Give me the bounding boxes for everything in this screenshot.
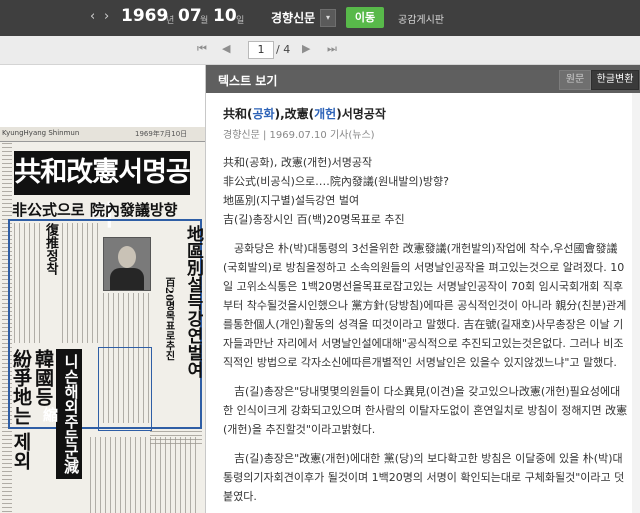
year-value[interactable]: 1969	[121, 6, 168, 26]
scan-subhead: 非公式으로 院內發議방향	[12, 201, 178, 219]
lead-line: 非公式(비공식)으로‥‥院內發議(원내발의)방향?	[223, 175, 450, 188]
photo-body	[110, 268, 144, 290]
newspaper-select[interactable]: 경향신문	[271, 9, 315, 26]
article-title-reading: 개헌	[314, 107, 337, 121]
scan-vertical-sub1: 百20명목표로추진	[163, 277, 174, 361]
article-body: 共和(공화),改憲(개헌)서명공작 경향신문 | 1969.07.10 기사(뉴…	[206, 93, 640, 513]
first-page-icon[interactable]: ⏮	[197, 42, 207, 56]
tab-hangul-convert[interactable]: 한글변환	[591, 70, 639, 90]
prev-date-arrow[interactable]: ‹	[90, 9, 95, 24]
month-unit: 월	[200, 16, 209, 26]
scan-vertical-sub2: 復推정착	[43, 223, 58, 275]
scan-headline: 共和改憲서명공작	[14, 151, 191, 232]
text-scrollbar[interactable]	[632, 93, 640, 513]
next-page-icon[interactable]: ▶	[302, 42, 310, 55]
go-button[interactable]: 이동	[346, 7, 384, 28]
article-meta: 경향신문 | 1969.07.10 기사(뉴스)	[223, 130, 375, 141]
article-paragraph: 吉(길)총장은"改憲(개헌)에대한 黨(당)의 보다확고한 방침은 이달중에 있…	[223, 452, 625, 503]
lead-line: 地區別(지구별)설득강연 벌여	[223, 194, 360, 207]
year-unit: 년	[166, 16, 175, 26]
scan-big-headline-2: 紛爭地는 제외	[10, 349, 32, 470]
article-title-part: )서명공작	[336, 107, 386, 121]
photo-face	[118, 246, 136, 268]
chevron-down-icon[interactable]: ▾	[320, 9, 336, 27]
top-toolbar: ‹ › 1969 년 07 월 10 일 경향신문 ▾ 이동 공감게시판	[0, 0, 640, 36]
day-unit: 일	[236, 16, 245, 26]
day-value[interactable]: 10	[213, 6, 237, 26]
newspaper-scan-image[interactable]: KyungHyang Shinmun 1969年7月10日 共和改憲서명공작 非…	[0, 127, 205, 513]
scan-vertical-headline: 地區別설득강연벌여	[183, 225, 203, 378]
lead-line: 共和(공화), 改憲(개헌)서명공작	[223, 156, 373, 169]
text-view-title: 텍스트 보기	[218, 74, 278, 88]
article-lead: 共和(공화), 改憲(개헌)서명공작 非公式(비공식)으로‥‥院內發議(원내발의…	[223, 153, 628, 229]
article-paragraph: 공화당은 朴(박)대통령의 3선을위한 改憲發議(개헌발의)작업에 착수,우선國…	[223, 242, 627, 369]
scan-portrait-photo	[103, 237, 151, 291]
page-top-margin	[0, 65, 205, 125]
text-view-header: 텍스트 보기 원문 한글변환	[206, 65, 640, 93]
article-highlight-frame	[98, 347, 152, 431]
article-paragraph: 吉(길)총장은"당내몇몇의원들이 다소異見(이견)을 갖고있으나改憲(개헌)필요…	[223, 385, 628, 436]
article-title-part: 共和(	[223, 107, 253, 121]
next-date-arrow[interactable]: ›	[104, 9, 109, 24]
scan-text-block	[62, 223, 98, 343]
page-navigator: ⏮ ◀ 1 / 4 ▶ ⏭	[0, 36, 640, 65]
masthead-date: 1969年7月10日	[135, 130, 188, 138]
scan-text-block	[150, 431, 202, 447]
article-text: 共和(공화), 改憲(개헌)서명공작 非公式(비공식)으로‥‥院內發議(원내발의…	[223, 153, 628, 513]
tab-original[interactable]: 원문	[559, 70, 591, 90]
board-link[interactable]: 공감게시판	[398, 11, 444, 26]
page-total: / 4	[276, 43, 291, 56]
month-value[interactable]: 07	[178, 6, 202, 26]
scan-black-band: 니슨해외주둔군減縮	[41, 349, 82, 479]
scan-text-block	[14, 223, 40, 343]
scan-text-block	[90, 437, 200, 513]
article-title-reading: 공화	[252, 107, 275, 121]
masthead-text: KyungHyang Shinmun	[2, 129, 80, 137]
newspaper-viewer[interactable]: KyungHyang Shinmun 1969年7月10日 共和改憲서명공작 非…	[0, 65, 206, 513]
article-title-part: ),改憲(	[274, 107, 315, 121]
article-title: 共和(공화),改憲(개헌)서명공작	[223, 105, 386, 122]
page-number-input[interactable]: 1	[248, 41, 274, 59]
text-view-panel: 텍스트 보기 원문 한글변환 共和(공화),改憲(개헌)서명공작 경향신문 | …	[206, 65, 640, 513]
prev-page-icon[interactable]: ◀	[222, 42, 230, 55]
lead-line: 吉(길)총장시인 百(백)20명목표로 추진	[223, 213, 405, 226]
last-page-icon[interactable]: ⏭	[327, 42, 337, 56]
scan-masthead: KyungHyang Shinmun 1969年7月10日	[0, 127, 205, 142]
